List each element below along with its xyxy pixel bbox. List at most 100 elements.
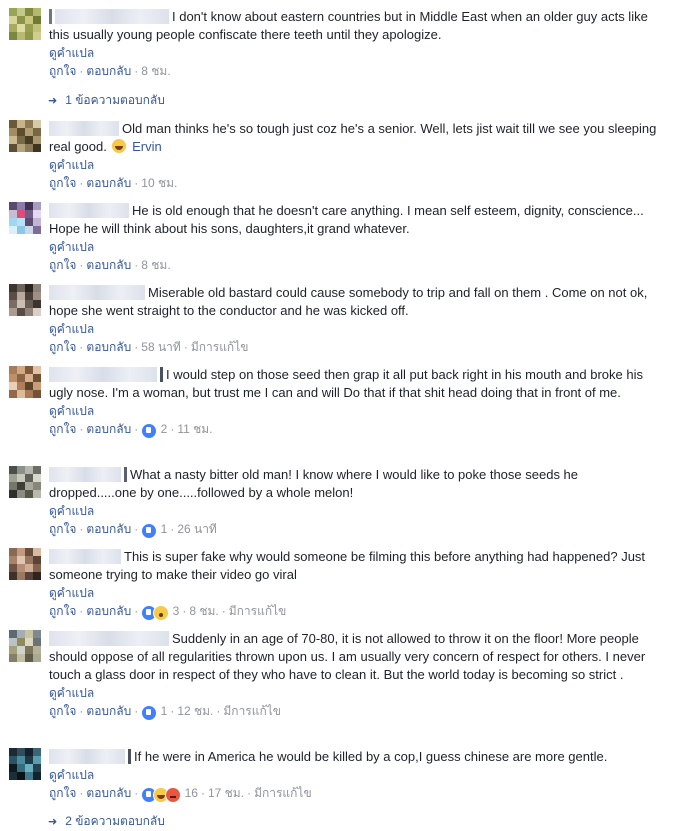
comment: This is super fake why would someone be …	[9, 548, 673, 622]
timestamp[interactable]: 26 นาที	[177, 522, 217, 536]
comment-actions: ถูกใจ · ตอบกลับ · 10 ชม.	[49, 176, 178, 190]
comment-actions: ถูกใจ · ตอบกลับ · 8 ชม.	[49, 64, 171, 78]
reaction-count[interactable]: 2	[161, 422, 168, 436]
author-name-redacted[interactable]	[49, 631, 169, 646]
comment-body: This is super fake why would someone be …	[49, 548, 661, 621]
view-replies-link[interactable]: ➜ 2 ข้อความตอบกลับ	[48, 812, 165, 831]
wow-reaction-icon	[153, 605, 170, 621]
avatar[interactable]	[9, 548, 41, 580]
edited-link[interactable]: มีการแก้ไข	[229, 604, 287, 618]
see-translation-link[interactable]: ดูคำแปล	[49, 238, 661, 256]
like-link[interactable]: ถูกใจ	[49, 522, 76, 536]
comment-body: If he were in America he would be killed…	[49, 748, 661, 803]
comment-actions: ถูกใจ · ตอบกลับ · 1 · 26 นาที	[49, 520, 661, 539]
reactions[interactable]	[141, 523, 158, 539]
avatar[interactable]	[9, 366, 41, 398]
comment-text: Old man thinks he's so tough just coz he…	[49, 121, 657, 154]
edited-link[interactable]: มีการแก้ไข	[191, 340, 249, 354]
see-translation-link[interactable]: ดูคำแปล	[49, 320, 661, 338]
see-translation-link[interactable]: ดูคำแปล	[49, 502, 661, 520]
comment-body: Suddenly in an age of 70-80, it is not a…	[49, 630, 661, 721]
avatar[interactable]	[9, 466, 41, 498]
comment-actions: ถูกใจ · ตอบกลับ · 2 · 11 ชม.	[49, 420, 661, 439]
timestamp[interactable]: 10 ชม.	[141, 176, 177, 190]
comment-actions: ถูกใจ · ตอบกลับ · 3 · 8 ชม. · มีการแก้ไข	[49, 602, 661, 621]
like-reaction-icon	[141, 423, 158, 439]
avatar[interactable]	[9, 202, 41, 234]
avatar[interactable]	[9, 120, 41, 152]
comment-text: This is super fake why would someone be …	[49, 549, 646, 582]
reaction-count[interactable]: 1	[161, 522, 168, 536]
comment-body: Old man thinks he's so tough just coz he…	[49, 120, 661, 192]
comment: I would step on those seed then grap it …	[9, 366, 673, 458]
see-translation-link[interactable]: ดูคำแปล	[49, 584, 661, 602]
avatar[interactable]	[9, 284, 41, 316]
timestamp[interactable]: 8 ชม.	[141, 258, 170, 272]
angry-reaction-icon	[165, 787, 182, 803]
reactions[interactable]	[141, 605, 170, 621]
reply-link[interactable]: ตอบกลับ	[86, 64, 131, 78]
reply-link[interactable]: ตอบกลับ	[86, 786, 131, 800]
comment: If he were in America he would be killed…	[9, 748, 673, 810]
like-link[interactable]: ถูกใจ	[49, 258, 76, 272]
see-translation-link[interactable]: ดูคำแปล	[49, 44, 661, 62]
timestamp[interactable]: 11 ชม.	[177, 422, 212, 436]
reply-link[interactable]: ตอบกลับ	[86, 340, 131, 354]
author-name-redacted[interactable]	[49, 285, 145, 300]
reactions[interactable]	[141, 705, 158, 721]
author-name-redacted[interactable]	[49, 467, 121, 482]
like-link[interactable]: ถูกใจ	[49, 340, 76, 354]
reaction-count[interactable]: 1	[161, 704, 168, 718]
author-name-redacted[interactable]	[49, 549, 121, 564]
reply-link[interactable]: ตอบกลับ	[86, 422, 131, 436]
like-reaction-icon	[141, 705, 158, 721]
see-translation-link[interactable]: ดูคำแปล	[49, 766, 661, 784]
comment-body: What a nasty bitter old man! I know wher…	[49, 466, 661, 539]
reply-link[interactable]: ตอบกลับ	[86, 522, 131, 536]
timestamp[interactable]: 12 ชม.	[177, 704, 213, 718]
author-name-redacted[interactable]	[49, 749, 125, 764]
view-replies-link[interactable]: ➜ 1 ข้อความตอบกลับ	[48, 91, 165, 110]
reply-link[interactable]: ตอบกลับ	[86, 176, 131, 190]
reactions[interactable]	[141, 787, 182, 803]
timestamp[interactable]: 17 ชม.	[208, 786, 244, 800]
see-translation-link[interactable]: ดูคำแปล	[49, 684, 661, 702]
edited-link[interactable]: มีการแก้ไข	[223, 704, 281, 718]
reply-link[interactable]: ตอบกลับ	[86, 604, 131, 618]
author-name-redacted[interactable]	[49, 367, 157, 382]
reply-link[interactable]: ตอบกลับ	[86, 704, 131, 718]
comment-text: Miserable old bastard could cause somebo…	[49, 285, 648, 318]
laughing-emoji-icon	[112, 139, 127, 153]
comment-body: Miserable old bastard could cause somebo…	[49, 284, 661, 356]
author-name-redacted[interactable]	[49, 9, 52, 24]
like-link[interactable]: ถูกใจ	[49, 704, 76, 718]
comment-actions: ถูกใจ · ตอบกลับ · 1 · 12 ชม. · มีการแก้ไข	[49, 702, 661, 721]
timestamp[interactable]: 8 ชม.	[189, 604, 218, 618]
like-reaction-icon	[141, 523, 158, 539]
avatar[interactable]	[9, 630, 41, 662]
reaction-count[interactable]: 16	[185, 786, 198, 800]
reply-link[interactable]: ตอบกลับ	[86, 258, 131, 272]
like-link[interactable]: ถูกใจ	[49, 64, 76, 78]
edited-link[interactable]: มีการแก้ไข	[254, 786, 312, 800]
comment: Miserable old bastard could cause somebo…	[9, 284, 673, 358]
avatar[interactable]	[9, 8, 41, 40]
see-translation-link[interactable]: ดูคำแปล	[49, 156, 661, 174]
author-name-redacted[interactable]	[49, 121, 119, 136]
comment: Suddenly in an age of 70-80, it is not a…	[9, 630, 673, 740]
like-link[interactable]: ถูกใจ	[49, 786, 76, 800]
like-link[interactable]: ถูกใจ	[49, 422, 76, 436]
like-link[interactable]: ถูกใจ	[49, 604, 76, 618]
reactions[interactable]	[141, 423, 158, 439]
avatar[interactable]	[9, 748, 41, 780]
comment-text: Suddenly in an age of 70-80, it is not a…	[49, 631, 646, 682]
see-translation-link[interactable]: ดูคำแปล	[49, 402, 661, 420]
reaction-count[interactable]: 3	[173, 604, 180, 618]
comment-text: What a nasty bitter old man! I know wher…	[49, 467, 579, 500]
like-link[interactable]: ถูกใจ	[49, 176, 76, 190]
mention-link[interactable]: Ervin	[132, 139, 162, 154]
timestamp[interactable]: 58 นาที	[141, 340, 181, 354]
timestamp[interactable]: 8 ชม.	[141, 64, 170, 78]
author-name-redacted[interactable]	[49, 203, 129, 218]
author-name-redacted[interactable]	[55, 9, 169, 24]
